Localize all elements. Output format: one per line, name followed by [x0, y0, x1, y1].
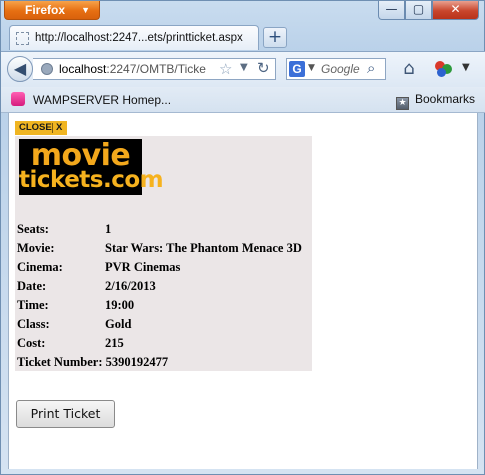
- star-icon[interactable]: ☆: [219, 60, 232, 78]
- engine-dropdown-icon[interactable]: ▼: [308, 63, 315, 73]
- new-tab-button[interactable]: +: [263, 27, 287, 48]
- tab-title: http://localhost:2247...ets/printticket.…: [35, 32, 243, 44]
- firefox-menu-label: Firefox: [25, 3, 66, 17]
- close-label: CLOSE: [19, 122, 52, 133]
- back-arrow-icon: ◀: [13, 59, 27, 78]
- google-engine-icon[interactable]: G: [289, 61, 305, 77]
- bookmarks-menu-button[interactable]: ★ Bookmarks: [396, 92, 475, 110]
- wampserver-icon: [11, 92, 25, 106]
- bookmarks-icon: ★: [396, 97, 409, 110]
- tab-strip: http://localhost:2247...ets/printticket.…: [1, 25, 485, 51]
- bookmarks-toolbar: WAMPSERVER Homep... ★ Bookmarks: [1, 87, 485, 113]
- logo-line-2: tickets.com: [19, 167, 164, 193]
- magnifier-icon[interactable]: ⌕: [367, 59, 375, 77]
- reload-icon[interactable]: ↻: [257, 59, 270, 77]
- navigation-bar: ◀ localhost:2247/OMTB/Ticke ☆ ▼ ↻ G ▼ Go…: [1, 51, 485, 87]
- ticket-panel: movie tickets.com Seats: 1 Movie: Star War…: [15, 136, 312, 371]
- addon-icon[interactable]: [433, 59, 455, 79]
- tab-print-ticket[interactable]: http://localhost:2247...ets/printticket.…: [9, 25, 259, 50]
- chevron-down-icon[interactable]: ▼: [462, 62, 470, 73]
- home-icon[interactable]: ⌂: [399, 59, 419, 79]
- close-window-button[interactable]: ✕: [432, 1, 479, 20]
- bookmark-wampserver[interactable]: WAMPSERVER Homep...: [11, 92, 171, 107]
- back-button[interactable]: ◀: [7, 56, 33, 82]
- close-button[interactable]: CLOSE X: [15, 121, 67, 135]
- movietickets-logo: movie tickets.com: [19, 138, 164, 195]
- history-dropdown-icon[interactable]: ▼: [240, 62, 248, 73]
- search-placeholder: Google: [321, 62, 360, 76]
- page-content: CLOSE X movie tickets.com Seats: 1 Movie:…: [8, 113, 478, 469]
- page-favicon-icon: [16, 32, 29, 45]
- maximize-button[interactable]: ▢: [405, 1, 432, 20]
- globe-icon: [41, 63, 53, 75]
- chevron-down-icon: ▼: [81, 5, 90, 15]
- browser-window: Firefox ▼ — ▢ ✕ http://localhost:2247...…: [0, 0, 485, 475]
- firefox-menu-button[interactable]: Firefox ▼: [4, 1, 100, 20]
- close-icon: X: [56, 122, 63, 133]
- title-bar: Firefox ▼ — ▢ ✕: [1, 1, 485, 23]
- search-bar[interactable]: G ▼ Google ⌕: [286, 58, 386, 80]
- url-text: localhost:2247/OMTB/Ticke: [59, 62, 206, 76]
- url-bar[interactable]: localhost:2247/OMTB/Ticke ☆ ▼ ↻: [33, 58, 276, 80]
- ticket-row-number: Ticket Number: 5390192477: [17, 355, 169, 369]
- minimize-button[interactable]: —: [378, 1, 405, 20]
- print-ticket-button[interactable]: Print Ticket: [16, 400, 115, 428]
- close-separator: [52, 123, 53, 133]
